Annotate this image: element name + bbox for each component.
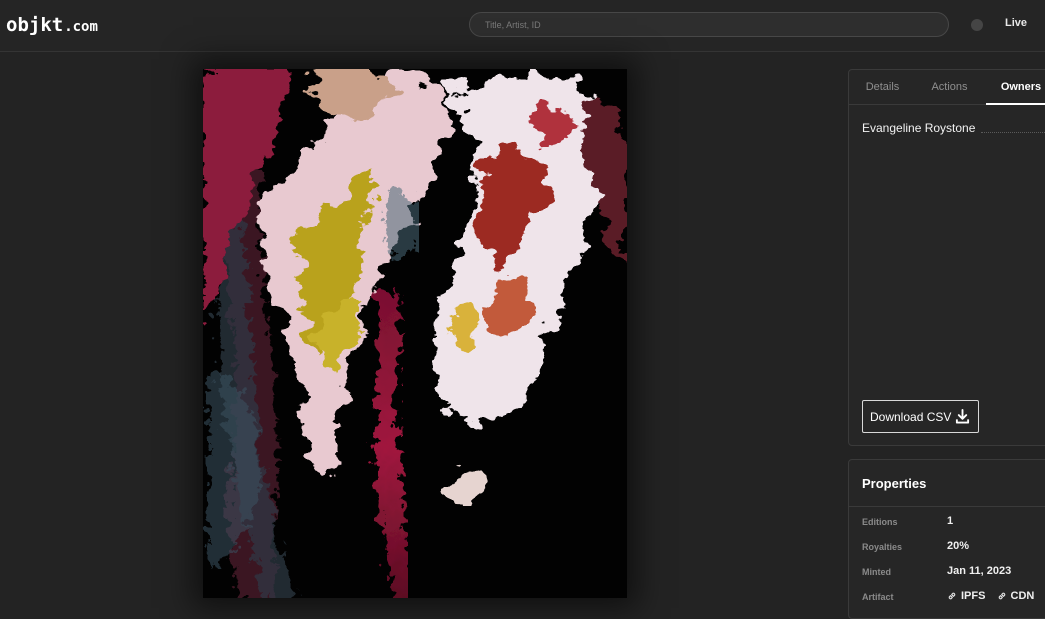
- royalties-label: Royalties: [862, 542, 903, 552]
- owner-leader-dots: [981, 132, 1045, 133]
- properties-divider: [849, 506, 1045, 507]
- tab-details[interactable]: Details: [849, 70, 916, 105]
- live-label[interactable]: Live: [1005, 17, 1027, 29]
- minted-label: Minted: [862, 567, 891, 577]
- objkt-logo[interactable]: objkt.com: [6, 14, 98, 36]
- download-csv-button[interactable]: Download CSV: [862, 400, 979, 433]
- artwork-abstract-image: [203, 69, 627, 598]
- ipfs-link[interactable]: IPFS: [947, 590, 985, 602]
- owners-panel: Details Actions Owners Evangeline Roysto…: [848, 69, 1045, 446]
- properties-panel: Properties Editions 1 Royalties 20% Mint…: [848, 459, 1045, 619]
- tab-actions[interactable]: Actions: [916, 70, 983, 105]
- tab-owners[interactable]: Owners: [986, 70, 1045, 105]
- search-input[interactable]: [469, 12, 949, 37]
- royalties-value: 20%: [947, 540, 970, 552]
- properties-title: Properties: [862, 476, 927, 491]
- download-csv-label: Download CSV: [870, 409, 952, 424]
- link-icon: [998, 592, 1005, 600]
- cdn-link[interactable]: CDN: [997, 590, 1035, 602]
- editions-value: 1: [947, 515, 954, 527]
- artwork-image[interactable]: [203, 69, 627, 598]
- artifact-label: Artifact: [862, 592, 894, 602]
- live-status-indicator: [971, 19, 983, 31]
- top-header: objkt.com Live: [0, 0, 1045, 52]
- editions-label: Editions: [862, 517, 898, 527]
- cdn-link-label: CDN: [1010, 590, 1035, 602]
- owner-name[interactable]: Evangeline Roystone: [862, 121, 975, 135]
- artifact-links: IPFS CDN: [947, 590, 1042, 604]
- logo-main: objkt: [6, 14, 64, 36]
- logo-tld: .com: [64, 19, 98, 35]
- ipfs-link-label: IPFS: [961, 590, 986, 602]
- panel-tabs: Details Actions Owners: [849, 70, 1045, 105]
- link-icon: [948, 592, 956, 600]
- minted-value: Jan 11, 2023: [947, 565, 1012, 577]
- download-icon: [955, 409, 970, 424]
